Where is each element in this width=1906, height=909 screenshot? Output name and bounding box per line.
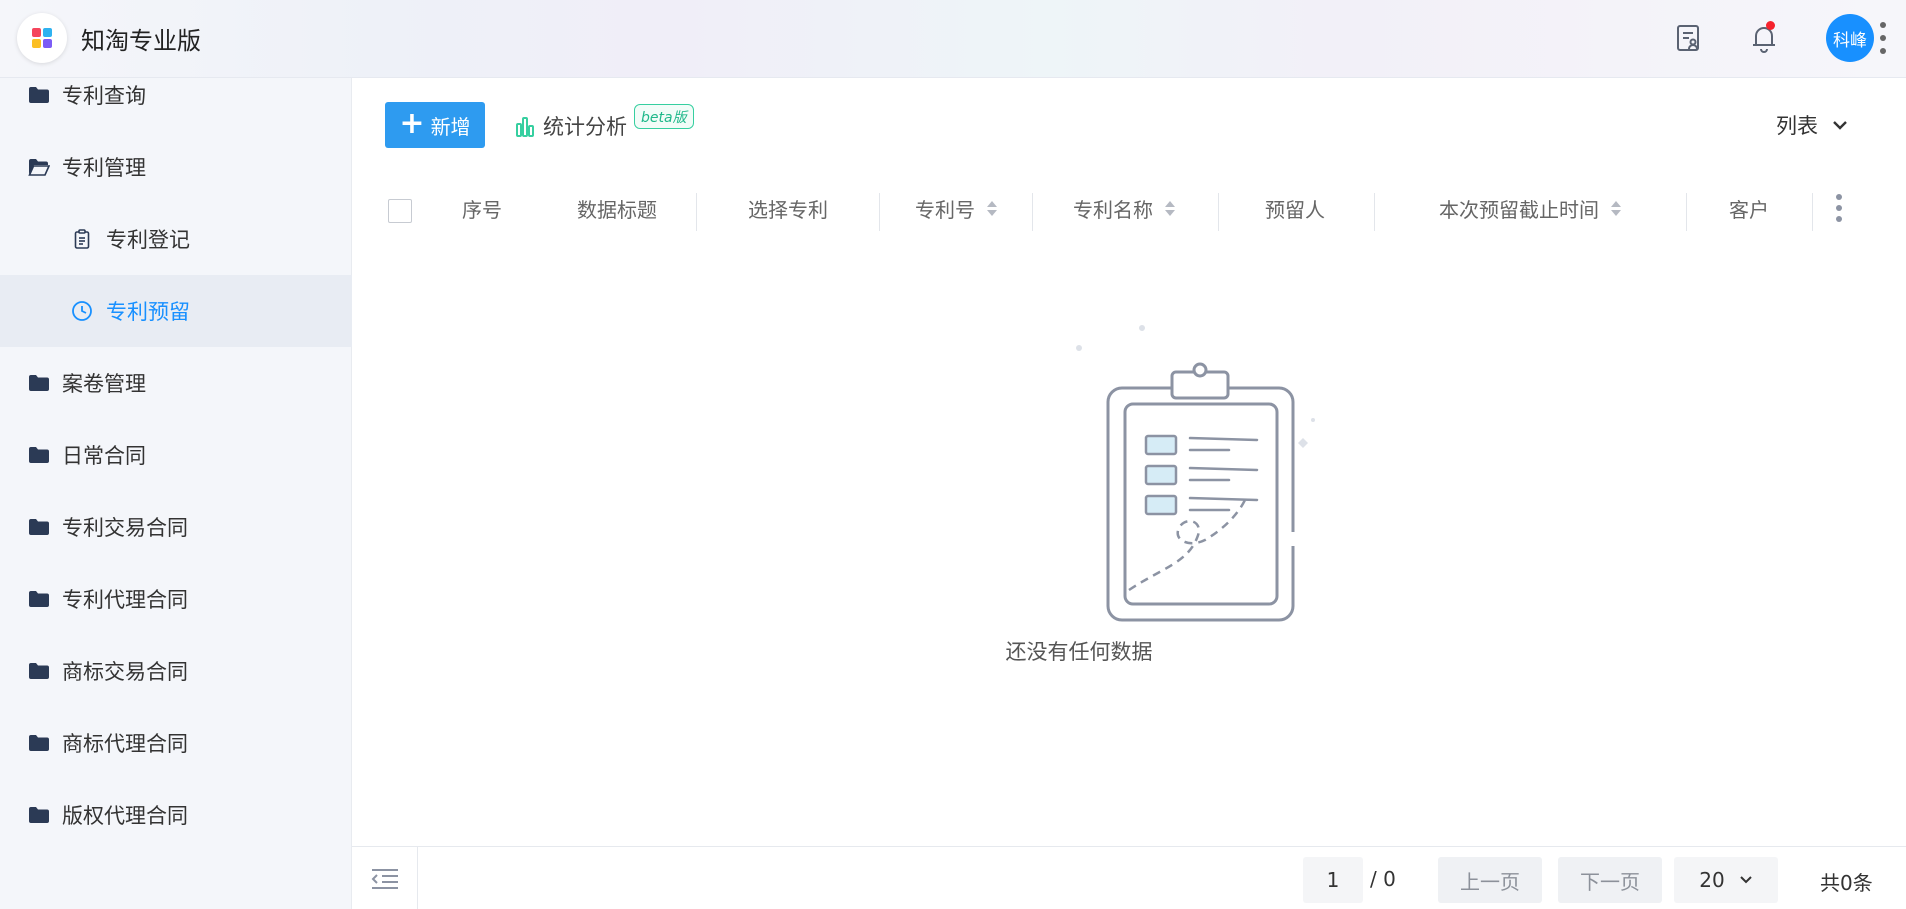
sidebar: 专利查询 专利管理 专利登记 专利预留 案卷管理 日常合同 专利交易合同 专利代… (0, 78, 352, 909)
sidebar-item-label: 专利查询 (62, 84, 146, 108)
page-size-select[interactable]: 20 (1674, 857, 1778, 903)
column-header-patent-name[interactable]: 专利名称 (1033, 183, 1215, 233)
column-label: 选择专利 (748, 197, 828, 222)
pagination-bar: / 0 上一页 下一页 20 共0条 (352, 846, 1906, 909)
column-header-patent-number[interactable]: 专利号 (880, 183, 1032, 233)
column-divider[interactable] (1812, 193, 1813, 231)
sidebar-item-label: 专利管理 (62, 156, 146, 180)
column-label: 本次预留截止时间 (1439, 197, 1599, 222)
collapse-sidebar-icon[interactable] (352, 847, 418, 909)
sidebar-item-trademark-agency-contracts[interactable]: 商标代理合同 (0, 707, 352, 779)
prev-page-button[interactable]: 上一页 (1438, 857, 1542, 903)
total-count-text: 共0条 (1820, 871, 1873, 895)
clipboard-icon (71, 228, 93, 250)
sidebar-item-patent-reservation[interactable]: 专利预留 (0, 275, 352, 347)
view-mode-dropdown[interactable]: 列表 (1776, 108, 1848, 142)
folder-icon (28, 660, 50, 682)
chevron-down-icon (1833, 121, 1847, 130)
empty-clipboard-icon (1076, 325, 1315, 622)
folder-icon (28, 516, 50, 538)
column-label: 专利号 (915, 197, 975, 222)
sort-icon[interactable] (1165, 200, 1175, 216)
main-content: + 新增 统计分析 beta版 列表 序号 数据标题 选择专利 专利号 专利名称… (352, 78, 1906, 909)
stats-analysis-label: 统计分析 (543, 115, 627, 139)
more-vertical-icon[interactable] (1876, 18, 1890, 58)
stats-analysis-button[interactable]: 统计分析 (515, 108, 627, 144)
column-label: 专利名称 (1073, 197, 1153, 222)
column-label: 数据标题 (577, 197, 657, 222)
column-header-reserver: 预留人 (1219, 183, 1371, 233)
column-label: 序号 (462, 197, 502, 222)
sidebar-item-label: 案卷管理 (62, 372, 146, 396)
sort-icon[interactable] (987, 200, 997, 216)
sidebar-item-label: 专利代理合同 (62, 588, 188, 612)
page-size-value: 20 (1699, 868, 1725, 892)
column-header-reservation-deadline[interactable]: 本次预留截止时间 (1375, 183, 1685, 233)
clock-icon (71, 300, 93, 322)
sidebar-item-label: 商标交易合同 (62, 660, 188, 684)
sidebar-item-daily-contracts[interactable]: 日常合同 (0, 419, 352, 491)
sidebar-item-patent-management[interactable]: 专利管理 (0, 131, 352, 203)
next-page-button[interactable]: 下一页 (1558, 857, 1662, 903)
add-button[interactable]: + 新增 (385, 102, 485, 148)
sidebar-item-dossier-management[interactable]: 案卷管理 (0, 347, 352, 419)
sidebar-item-patent-registration[interactable]: 专利登记 (0, 203, 352, 275)
empty-state-text: 还没有任何数据 (1005, 640, 1153, 664)
column-header-index: 序号 (422, 183, 542, 233)
notification-dot (1766, 21, 1775, 30)
sidebar-item-label: 日常合同 (62, 444, 146, 468)
folder-icon (28, 588, 50, 610)
folder-icon (28, 732, 50, 754)
sidebar-item-patent-search[interactable]: 专利查询 (0, 59, 352, 131)
sidebar-item-label: 专利登记 (106, 228, 190, 252)
column-header-select-patent: 选择专利 (697, 183, 879, 233)
column-header-data-title: 数据标题 (542, 183, 692, 233)
plus-icon: + (399, 105, 425, 141)
sidebar-item-copyright-agency-contracts[interactable]: 版权代理合同 (0, 779, 352, 851)
folder-icon (28, 372, 50, 394)
sidebar-item-label: 专利交易合同 (62, 516, 188, 540)
folder-icon (28, 804, 50, 826)
column-settings-icon[interactable] (1832, 191, 1846, 225)
sidebar-item-label: 商标代理合同 (62, 732, 188, 756)
add-button-label: 新增 (430, 114, 471, 139)
sidebar-item-patent-trade-contracts[interactable]: 专利交易合同 (0, 491, 352, 563)
page-number-input[interactable] (1303, 857, 1363, 903)
sidebar-item-trademark-trade-contracts[interactable]: 商标交易合同 (0, 635, 352, 707)
column-label: 客户 (1729, 197, 1769, 222)
folder-icon (28, 444, 50, 466)
beta-badge: beta版 (634, 104, 694, 129)
table-header: 序号 数据标题 选择专利 专利号 专利名称 预留人 本次预留截止时间 客户 (352, 183, 1906, 233)
sort-icon[interactable] (1611, 200, 1621, 216)
folder-open-icon (28, 156, 50, 178)
avatar[interactable]: 科峰 (1826, 14, 1874, 62)
bell-icon[interactable] (1746, 20, 1782, 56)
app-logo-icon[interactable] (17, 13, 67, 63)
app-title: 知淘专业版 (81, 27, 201, 55)
sidebar-item-patent-agency-contracts[interactable]: 专利代理合同 (0, 563, 352, 635)
document-user-icon[interactable] (1671, 20, 1707, 56)
sidebar-item-label: 版权代理合同 (62, 804, 188, 828)
total-pages-text: / 0 (1370, 867, 1396, 891)
sidebar-item-label: 专利预留 (106, 300, 190, 324)
column-header-client: 客户 (1687, 183, 1811, 233)
select-all-checkbox[interactable] (388, 199, 412, 223)
chevron-down-icon (1740, 876, 1752, 884)
column-label: 预留人 (1265, 197, 1325, 222)
bar-chart-icon (516, 117, 534, 137)
folder-icon (28, 84, 50, 106)
view-mode-label: 列表 (1776, 114, 1818, 138)
